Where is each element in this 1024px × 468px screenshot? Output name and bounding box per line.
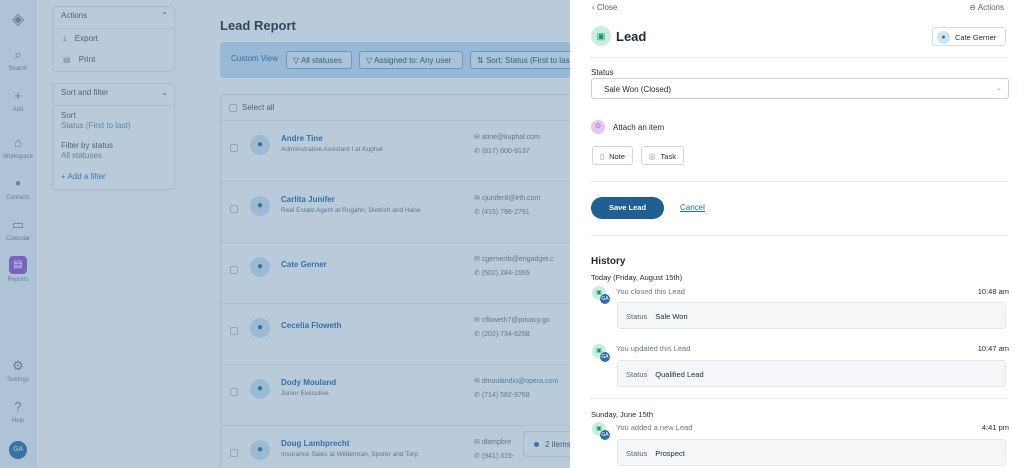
user-badge: GA [600, 294, 610, 304]
user-badge: GA [600, 352, 610, 362]
change-value: Sale Won [655, 312, 688, 321]
divider [590, 181, 1008, 182]
owner-name: Cate Gerner [955, 33, 997, 42]
app: ◈ ⌕ Search + Add ⌂ Workspace ● Contacts … [0, 0, 1024, 468]
change-key: Status [626, 449, 648, 458]
history-event-text: You updated this Lead [616, 344, 691, 353]
modal-overlay[interactable] [0, 0, 570, 468]
drawer-actions-button[interactable]: ⊖ Actions [969, 3, 1004, 12]
change-value: Qualified Lead [655, 370, 704, 379]
lead-icon: ▣ [591, 26, 611, 46]
history-event-time: 10:48 am [977, 287, 1009, 296]
status-label: Status [591, 68, 614, 77]
user-badge: GA [600, 430, 610, 440]
lead-drawer: ‹ Close ⊖ Actions ▣ Lead ● Cate Gerner S… [570, 0, 1024, 468]
history-title: History [591, 256, 626, 267]
cancel-link[interactable]: Cancel [680, 203, 705, 212]
save-lead-button[interactable]: Save Lead [591, 197, 664, 219]
close-button[interactable]: ‹ Close [592, 3, 617, 12]
status-select-value: Sale Won (Closed) [604, 85, 671, 94]
status-select[interactable]: Sale Won (Closed) ⌄ [591, 78, 1009, 99]
divider [590, 57, 1008, 58]
change-key: Status [626, 312, 648, 321]
chevron-down-icon: ⌄ [996, 85, 1002, 92]
owner-button[interactable]: ● Cate Gerner [932, 27, 1006, 46]
history-event-time: 4:41 pm [981, 423, 1009, 432]
history-day: Today (Friday, August 15th) [591, 273, 683, 282]
note-button[interactable]: ▯ Note [592, 146, 633, 165]
history-change-box: Status Qualified Lead [617, 360, 1006, 387]
note-icon: ▯ [600, 152, 605, 161]
note-label: Note [609, 152, 625, 161]
history-change-box: Status Sale Won [617, 302, 1006, 329]
change-value: Prospect [655, 449, 685, 458]
task-button[interactable]: ◎ Task [641, 146, 684, 165]
attach-label: Attach an item [613, 123, 665, 132]
divider [590, 398, 1008, 399]
divider [590, 235, 1008, 236]
task-label: Task [660, 152, 676, 161]
history-event-time: 10:47 am [977, 344, 1009, 353]
history-day: Sunday, June 15th [591, 410, 653, 419]
history-change-box: Status Prospect [617, 439, 1006, 466]
history-event-text: You closed this Lead [616, 287, 685, 296]
check-circle-icon: ◎ [649, 152, 656, 161]
person-avatar-icon: ● [937, 31, 950, 44]
history-event-text: You added a new Lead [616, 423, 693, 432]
drawer-title: Lead [616, 29, 647, 44]
attach-icon: ⊙ [591, 120, 605, 134]
change-key: Status [626, 370, 648, 379]
